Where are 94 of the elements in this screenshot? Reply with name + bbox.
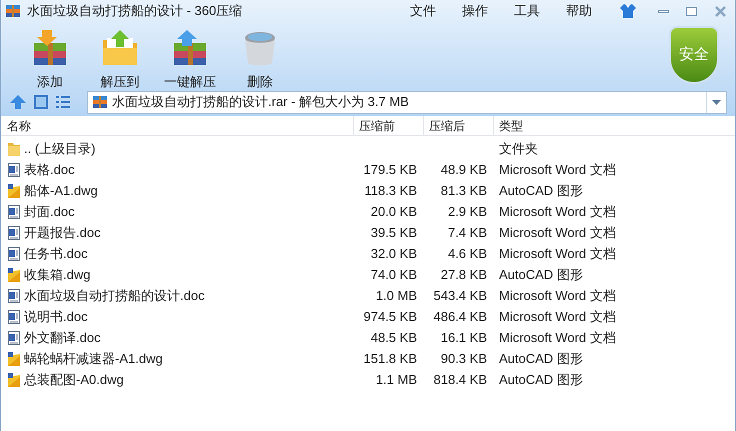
toolbar-button[interactable]: 一键解压 [155, 22, 225, 92]
compressed-size: 90.3 KB [440, 350, 487, 366]
original-size: 20.0 KB [370, 204, 417, 219]
file-type: 文件夹 [499, 140, 538, 156]
file-row[interactable]: 说明书.doc 974.5 KB 486.4 KB Microsoft Word 文档 [1, 306, 735, 327]
word-document-icon [7, 224, 21, 240]
file-name: 开题报告.doc [24, 224, 101, 242]
file-type: Microsoft Word 文档 [499, 224, 616, 240]
window-view-icon[interactable] [33, 94, 49, 110]
column-header[interactable]: 压缩前 [353, 116, 423, 135]
word-document-icon [7, 288, 21, 304]
file-name: 表格.doc [24, 160, 75, 179]
file-type: AutoCAD 图形 [499, 372, 583, 387]
file-type: Microsoft Word 文档 [499, 308, 616, 324]
drawing-file-icon [7, 266, 21, 282]
file-row[interactable]: 封面.doc 20.0 KB 2.9 KB Microsoft Word 文档 [1, 201, 735, 222]
compressed-size: 2.9 KB [448, 204, 487, 219]
drawing-file-icon [7, 372, 21, 388]
original-size: 48.5 KB [370, 330, 417, 345]
original-size: 39.5 KB [370, 224, 417, 240]
file-row[interactable]: 收集箱.dwg 74.0 KB 27.8 KB AutoCAD 图形 [1, 264, 735, 285]
file-type: Microsoft Word 文档 [499, 330, 616, 345]
drawing-file-icon [7, 182, 21, 198]
compressed-size: 48.9 KB [440, 162, 487, 177]
file-row[interactable]: 开题报告.doc 39.5 KB 7.4 KB Microsoft Word 文档 [1, 222, 735, 243]
file-name: 总装配图-A0.dwg [24, 370, 124, 389]
toolbar-button[interactable]: 解压到 [85, 22, 155, 92]
file-type: AutoCAD 图形 [499, 182, 583, 198]
compressed-size: 818.4 KB [434, 372, 487, 387]
compressed-size: 4.6 KB [448, 246, 487, 261]
menu-item[interactable]: 文件 [397, 1, 449, 21]
compressed-size: 7.4 KB [448, 224, 487, 240]
compressed-size: 486.4 KB [434, 308, 487, 324]
address-bar[interactable]: 水面垃圾自动打捞船的设计.rar - 解包大小为 3.7 MB [87, 90, 727, 114]
file-row[interactable]: .. (上级目录) 文件夹 [1, 138, 735, 159]
drawing-file-icon [7, 350, 21, 366]
word-document-icon [7, 204, 21, 220]
dropdown-caret-icon[interactable] [712, 100, 721, 104]
file-type: Microsoft Word 文档 [499, 246, 616, 261]
compressed-size: 27.8 KB [440, 266, 487, 282]
original-size: 974.5 KB [364, 308, 417, 324]
word-document-icon [7, 308, 21, 324]
menu-item[interactable]: 操作 [449, 1, 501, 21]
word-document-icon [7, 330, 21, 346]
word-document-icon [7, 246, 21, 262]
folder-extract-icon [100, 28, 140, 68]
original-size: 1.0 MB [376, 288, 417, 303]
column-header[interactable]: 类型 [493, 116, 735, 135]
file-name: 水面垃圾自动打捞船的设计.doc [24, 286, 205, 305]
original-size: 1.1 MB [376, 372, 417, 387]
file-row[interactable]: 水面垃圾自动打捞船的设计.doc 1.0 MB 543.4 KB Microsoft Word 文档 [1, 285, 735, 306]
original-size: 179.5 KB [364, 162, 417, 177]
file-row[interactable]: 外文翻译.doc 48.5 KB 16.1 KB Microsoft Word 文档 [1, 327, 735, 348]
menu-item[interactable]: 工具 [501, 1, 553, 21]
file-row[interactable]: 表格.doc 179.5 KB 48.9 KB Microsoft Word 文档 [1, 159, 735, 180]
compressed-size: 16.1 KB [440, 330, 487, 345]
compressed-size: 81.3 KB [440, 182, 487, 198]
file-row[interactable]: 任务书.doc 32.0 KB 4.6 KB Microsoft Word 文档 [1, 243, 735, 264]
close-icon[interactable] [714, 6, 726, 16]
file-name: 船体-A1.dwg [24, 182, 98, 200]
file-name: 外文翻译.doc [24, 328, 101, 347]
toolbar-button[interactable]: 删除 [225, 22, 295, 92]
compressed-size: 543.4 KB [434, 288, 487, 303]
up-arrow-icon[interactable] [9, 94, 27, 110]
shirt-icon[interactable] [619, 3, 637, 19]
address-text: 水面垃圾自动打捞船的设计.rar - 解包大小为 3.7 MB [112, 93, 410, 112]
file-row[interactable]: 总装配图-A0.dwg 1.1 MB 818.4 KB AutoCAD 图形 [1, 369, 735, 390]
window-title: 水面垃圾自动打捞船的设计 - 360压缩 [27, 2, 242, 20]
word-document-icon [7, 162, 21, 178]
original-size: 74.0 KB [370, 266, 417, 282]
file-type: Microsoft Word 文档 [499, 288, 616, 303]
menu-item[interactable]: 帮助 [553, 1, 605, 21]
toolbar-button[interactable]: 添加 [15, 22, 85, 92]
list-view-icon[interactable] [55, 94, 71, 110]
file-name: 封面.doc [24, 202, 75, 221]
original-size: 32.0 KB [370, 246, 417, 261]
archive-file-icon [92, 94, 108, 110]
column-header[interactable]: 名称 [1, 116, 353, 135]
original-size: 151.8 KB [364, 350, 417, 366]
file-name: 收集箱.dwg [24, 266, 90, 284]
file-type: AutoCAD 图形 [499, 266, 583, 282]
original-size: 118.3 KB [364, 182, 417, 198]
file-type: Microsoft Word 文档 [499, 204, 616, 219]
file-row[interactable]: 船体-A1.dwg 118.3 KB 81.3 KB AutoCAD 图形 [1, 180, 735, 201]
file-type: AutoCAD 图形 [499, 350, 583, 366]
app-logo-icon [5, 3, 21, 19]
file-name: 蜗轮蜗杆减速器-A1.dwg [24, 350, 163, 368]
folder-icon [7, 140, 21, 156]
file-name: 任务书.doc [24, 244, 88, 263]
file-name: .. (上级目录) [24, 140, 96, 158]
file-name: 说明书.doc [24, 308, 88, 326]
column-header[interactable]: 压缩后 [423, 116, 493, 135]
file-row[interactable]: 蜗轮蜗杆减速器-A1.dwg 151.8 KB 90.3 KB AutoCAD 图形 [1, 348, 735, 369]
file-type: Microsoft Word 文档 [499, 162, 616, 177]
